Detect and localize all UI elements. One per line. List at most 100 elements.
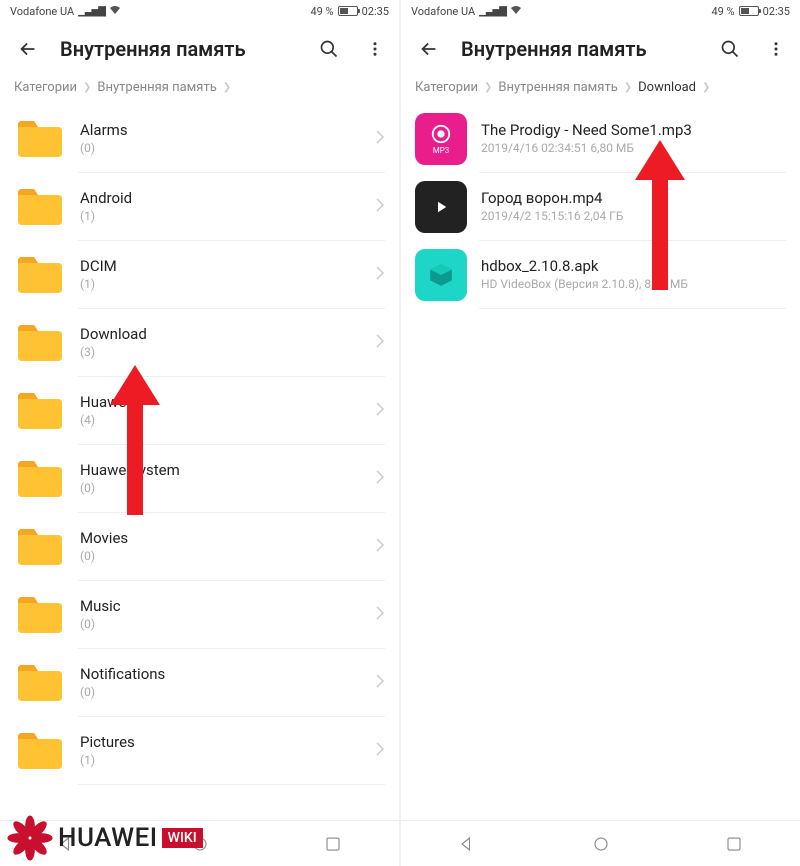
folder-row[interactable]: Download(3) — [0, 309, 399, 377]
signal-icon: ▁▃▅▇ — [78, 6, 105, 17]
wifi-icon — [109, 5, 121, 18]
chevron-right-icon — [375, 265, 385, 285]
folder-count: (0) — [80, 480, 361, 497]
page-title: Внутренняя память — [461, 37, 698, 61]
huawei-flower-icon — [6, 814, 54, 862]
folder-row[interactable]: DCIM(1) — [0, 241, 399, 309]
folder-icon — [14, 453, 66, 505]
chevron-right-icon — [375, 605, 385, 625]
search-button[interactable] — [315, 35, 343, 63]
folder-icon — [14, 725, 66, 777]
chevron-right-icon — [375, 469, 385, 489]
clock: 02:35 — [763, 5, 790, 18]
battery-percent: 49 % — [310, 5, 333, 18]
chevron-right-icon — [375, 197, 385, 217]
chevron-right-icon: ❯ — [223, 82, 231, 93]
apk-icon — [415, 249, 467, 301]
folder-name: HuaweiSystem — [80, 461, 361, 481]
back-button[interactable] — [415, 35, 443, 63]
battery-icon — [338, 6, 358, 16]
folder-icon — [14, 657, 66, 709]
breadcrumb-item[interactable]: Категории — [14, 80, 77, 95]
folder-count: (0) — [80, 616, 361, 633]
battery-percent: 49 % — [711, 5, 734, 18]
folder-row[interactable]: Huawei(4) — [0, 377, 399, 445]
folder-row[interactable]: Music(0) — [0, 581, 399, 649]
battery-icon — [739, 6, 759, 16]
status-bar: Vodafone UA ▁▃▅▇ 49 % 02:35 — [401, 0, 800, 22]
folder-count: (0) — [80, 684, 361, 701]
folder-row[interactable]: Alarms(0) — [0, 105, 399, 173]
folder-count: (1) — [80, 752, 361, 769]
system-nav-bar — [401, 820, 800, 866]
signal-icon: ▁▃▅▇ — [479, 6, 506, 17]
nav-home-button[interactable] — [571, 829, 631, 859]
status-bar: Vodafone UA ▁▃▅▇ 49 % 02:35 — [0, 0, 399, 22]
chevron-right-icon: ❯ — [484, 82, 492, 93]
page-title: Внутренняя память — [60, 37, 297, 61]
folder-count: (1) — [80, 276, 361, 293]
more-button[interactable] — [762, 35, 790, 63]
left-screenshot: Vodafone UA ▁▃▅▇ 49 % 02:35 Внутренняя п… — [0, 0, 399, 866]
folder-row[interactable]: Notifications(0) — [0, 649, 399, 717]
right-screenshot: Vodafone UA ▁▃▅▇ 49 % 02:35 Внутренняя п… — [401, 0, 800, 866]
file-meta: 2019/4/16 02:34:51 6,80 МБ — [481, 140, 786, 157]
file-row[interactable]: MP3The Prodigy - Need Some1.mp32019/4/16… — [401, 105, 800, 173]
file-meta: 2019/4/2 15:15:16 2,04 ГБ — [481, 208, 786, 225]
folder-name: DCIM — [80, 257, 361, 277]
file-row[interactable]: Город ворон.mp42019/4/2 15:15:16 2,04 ГБ — [401, 173, 800, 241]
folder-row[interactable]: HuaweiSystem(0) — [0, 445, 399, 513]
breadcrumb[interactable]: Категории ❯ Внутренняя память ❯ Download… — [401, 76, 800, 105]
back-button[interactable] — [14, 35, 42, 63]
chevron-right-icon: ❯ — [624, 82, 632, 93]
folder-icon — [14, 317, 66, 369]
file-name: Город ворон.mp4 — [481, 189, 786, 209]
folder-name: Notifications — [80, 665, 361, 685]
folder-count: (1) — [80, 208, 361, 225]
folder-name: Huawei — [80, 393, 361, 413]
folder-icon — [14, 521, 66, 573]
clock: 02:35 — [362, 5, 389, 18]
breadcrumb-item[interactable]: Download — [638, 80, 696, 95]
file-list: MP3The Prodigy - Need Some1.mp32019/4/16… — [401, 105, 800, 820]
folder-name: Android — [80, 189, 361, 209]
chevron-right-icon — [375, 401, 385, 421]
folder-count: (3) — [80, 344, 361, 361]
carrier-label: Vodafone UA — [411, 5, 475, 18]
wifi-icon — [510, 5, 522, 18]
breadcrumb-item[interactable]: Категории — [415, 80, 478, 95]
file-meta: HD VideoBox (Версия 2.10.8), 8,47 МБ — [481, 276, 786, 293]
nav-back-button[interactable] — [438, 829, 498, 859]
folder-icon — [14, 249, 66, 301]
logo-brand: HUAWEI — [58, 823, 158, 853]
app-bar: Внутренняя память — [0, 22, 399, 76]
breadcrumb-item[interactable]: Внутренняя память — [498, 80, 617, 95]
breadcrumb[interactable]: Категории ❯ Внутренняя память ❯ — [0, 76, 399, 105]
chevron-right-icon — [375, 673, 385, 693]
file-row[interactable]: hdbox_2.10.8.apkHD VideoBox (Версия 2.10… — [401, 241, 800, 309]
folder-icon — [14, 113, 66, 165]
folder-name: Pictures — [80, 733, 361, 753]
chevron-right-icon — [375, 129, 385, 149]
folder-count: (0) — [80, 140, 361, 157]
folder-count: (4) — [80, 412, 361, 429]
folder-row[interactable]: Android(1) — [0, 173, 399, 241]
breadcrumb-item[interactable]: Внутренняя память — [97, 80, 216, 95]
nav-recent-button[interactable] — [704, 829, 764, 859]
logo-wiki: WIKI — [162, 828, 203, 848]
search-button[interactable] — [716, 35, 744, 63]
folder-name: Download — [80, 325, 361, 345]
chevron-right-icon: ❯ — [702, 82, 710, 93]
more-button[interactable] — [361, 35, 389, 63]
chevron-right-icon — [375, 741, 385, 761]
chevron-right-icon: ❯ — [83, 82, 91, 93]
chevron-right-icon — [375, 537, 385, 557]
folder-icon — [14, 589, 66, 641]
folder-row[interactable]: Pictures(1) — [0, 717, 399, 785]
nav-recent-button[interactable] — [303, 829, 363, 859]
carrier-label: Vodafone UA — [10, 5, 74, 18]
chevron-right-icon — [375, 333, 385, 353]
folder-icon — [14, 385, 66, 437]
folder-name: Alarms — [80, 121, 361, 141]
folder-row[interactable]: Movies(0) — [0, 513, 399, 581]
